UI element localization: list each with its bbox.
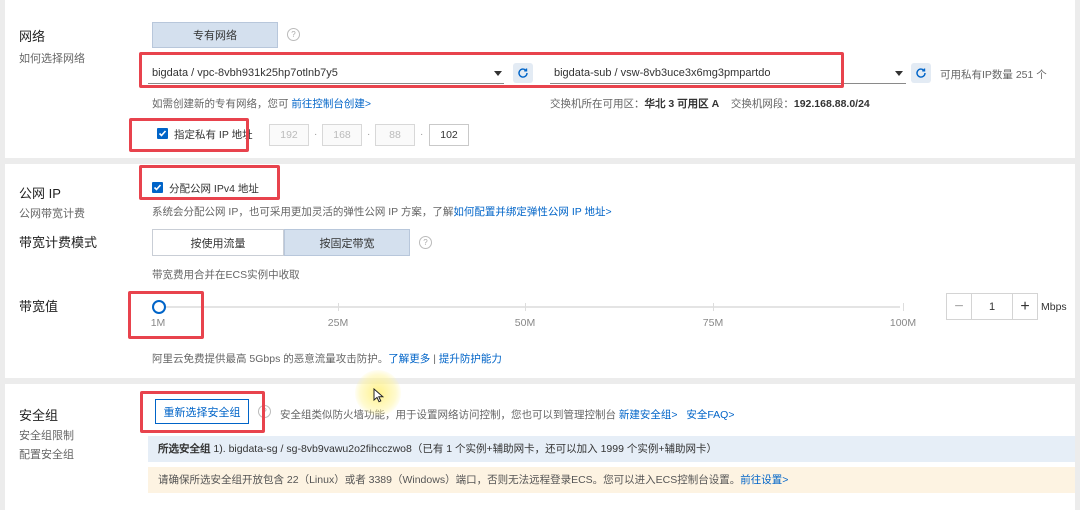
slider-tick-label: 25M <box>327 317 349 329</box>
public-ip-subtitle: 公网带宽计费 <box>19 208 85 220</box>
billing-by-traffic-button[interactable]: 按使用流量 <box>152 229 284 256</box>
private-ip-label: 指定私有 IP 地址 <box>174 129 253 141</box>
vpc-type-button[interactable]: 专有网络 <box>152 22 278 48</box>
security-group-limit-link[interactable]: 安全组限制 <box>19 427 74 443</box>
public-ip-hint-text: 系统会分配公网 IP，也可采用更加灵活的弹性公网 IP 方案，了解 <box>152 206 454 218</box>
ip-separator: · <box>367 129 371 140</box>
security-group-desc-text: 安全组类似防火墙功能，用于设置网络访问控制，您也可以到管理控制台 <box>280 409 616 421</box>
public-ip-title: 公网 IP <box>19 186 61 201</box>
ip-separator: · <box>314 129 318 140</box>
go-settings-link[interactable]: 前往设置> <box>740 474 788 486</box>
ip-octet-2[interactable]: 168 <box>322 124 362 146</box>
public-ip-panel: 公网 IP 公网带宽计费 分配公网 IPv4 地址 系统会分配公网 IP，也可采… <box>5 164 1075 378</box>
cidr-value: 192.168.88.0/24 <box>793 98 870 110</box>
security-group-title: 安全组 <box>19 408 59 423</box>
slider-tick <box>713 303 714 311</box>
link-separator: | <box>433 353 436 365</box>
security-group-panel: 安全组 安全组限制 配置安全组 重新选择安全组 ? 安全组类似防火墙功能，用于设… <box>5 384 1075 510</box>
vpc-select-value: bigdata / vpc-8vbh931k25hp7otlnb7y5 <box>152 67 338 79</box>
cidr-label: 交换机网段： <box>730 98 794 110</box>
slider-tick-label: 1M <box>150 317 166 329</box>
bandwidth-value-input[interactable]: 1 <box>971 293 1013 320</box>
selected-security-group-row: 所选安全组 1). bigdata-sg / sg-8vb9vawu2o2fih… <box>148 436 1075 462</box>
port-warning-row: 请确保所选安全组开放包含 22（Linux）或者 3389（Windows）端口… <box>148 467 1075 493</box>
help-icon[interactable]: ? <box>419 236 432 249</box>
slider-tick-label: 75M <box>702 317 724 329</box>
selected-value: 1). bigdata-sg / sg-8vb9vawu2o2fihcczwo8… <box>213 443 717 455</box>
billing-fixed-bandwidth-button[interactable]: 按固定带宽 <box>284 229 410 256</box>
mouse-cursor-icon <box>373 387 385 408</box>
network-help-link[interactable]: 如何选择网络 <box>19 50 85 66</box>
ip-octet-3[interactable]: 88 <box>375 124 415 146</box>
ddos-hint: 阿里云免费提供最高 5Gbps 的恶意流量攻击防护。了解更多 | 提升防护能力 <box>152 351 502 366</box>
help-icon[interactable]: ? <box>258 405 271 418</box>
vswitch-chevron-down-icon[interactable] <box>895 71 903 76</box>
ip-separator: · <box>420 129 424 140</box>
bandwidth-slider-handle[interactable] <box>152 300 166 314</box>
vpc-select[interactable]: bigdata / vpc-8vbh931k25hp7otlnb7y5 <box>148 62 504 84</box>
public-ip-hint: 系统会分配公网 IP，也可采用更加灵活的弹性公网 IP 方案，了解如何配置并绑定… <box>152 204 612 219</box>
bandwidth-title: 带宽值 <box>19 299 59 314</box>
create-vpc-hint-text: 如需创建新的专有网络，您可 <box>152 98 289 110</box>
port-warning-text: 请确保所选安全组开放包含 22（Linux）或者 3389（Windows）端口… <box>158 474 741 486</box>
slider-tick-label: 50M <box>514 317 536 329</box>
selected-label: 所选安全组 <box>158 443 211 455</box>
network-title: 网络 <box>19 29 46 44</box>
slider-tick <box>903 303 904 311</box>
zone-value: 华北 3 可用区 A <box>644 98 720 110</box>
bandwidth-decrease-button[interactable]: − <box>946 293 972 320</box>
slider-tick <box>338 303 339 311</box>
ip-octet-4[interactable]: 102 <box>429 124 469 146</box>
network-panel: 网络 如何选择网络 专有网络 ? bigdata / vpc-8vbh931k2… <box>5 0 1075 158</box>
vswitch-select-value: bigdata-sub / vsw-8vb3uce3x6mg3pmpartdo <box>554 67 771 79</box>
zone-info: 交换机所在可用区：华北 3 可用区 A 交换机网段：192.168.88.0/2… <box>550 96 870 111</box>
vpc-refresh-icon[interactable] <box>513 63 533 83</box>
help-icon[interactable]: ? <box>287 28 300 41</box>
vpc-chevron-down-icon[interactable] <box>494 71 502 76</box>
bandwidth-slider-track[interactable] <box>158 306 900 308</box>
new-security-group-link[interactable]: 新建安全组> <box>619 409 678 421</box>
learn-more-link[interactable]: 了解更多 <box>388 353 430 365</box>
vswitch-refresh-icon[interactable] <box>911 63 931 83</box>
billing-mode-title: 带宽计费模式 <box>19 235 98 250</box>
bandwidth-increase-button[interactable]: + <box>1012 293 1038 320</box>
eip-config-link[interactable]: 如何配置并绑定弹性公网 IP 地址> <box>453 206 611 218</box>
public-ip-checkbox-label: 分配公网 IPv4 地址 <box>169 183 259 195</box>
reselect-security-group-button[interactable]: 重新选择安全组 <box>155 399 249 424</box>
ddos-hint-text: 阿里云免费提供最高 5Gbps 的恶意流量攻击防护。 <box>152 353 389 365</box>
vswitch-select[interactable]: bigdata-sub / vsw-8vb3uce3x6mg3pmpartdo <box>550 62 906 84</box>
private-ip-checkbox[interactable] <box>157 128 168 139</box>
security-group-config-link[interactable]: 配置安全组 <box>19 446 74 462</box>
slider-tick-label: 100M <box>889 317 917 329</box>
zone-label: 交换机所在可用区： <box>550 98 645 110</box>
bandwidth-unit: Mbps <box>1041 301 1067 313</box>
ip-octet-1[interactable]: 192 <box>269 124 309 146</box>
public-ip-checkbox[interactable] <box>152 182 163 193</box>
security-group-desc: 安全组类似防火墙功能，用于设置网络访问控制，您也可以到管理控制台 新建安全组> … <box>280 407 734 422</box>
create-vpc-hint: 如需创建新的专有网络，您可 前往控制台创建> <box>152 96 371 111</box>
billing-hint: 带宽费用合并在ECS实例中收取 <box>152 269 300 281</box>
create-vpc-link[interactable]: 前往控制台创建> <box>291 98 371 110</box>
available-ip-count: 可用私有IP数量 251 个 <box>940 69 1047 81</box>
upgrade-protection-link[interactable]: 提升防护能力 <box>439 353 502 365</box>
security-faq-link[interactable]: 安全FAQ> <box>686 409 734 421</box>
slider-tick <box>525 303 526 311</box>
